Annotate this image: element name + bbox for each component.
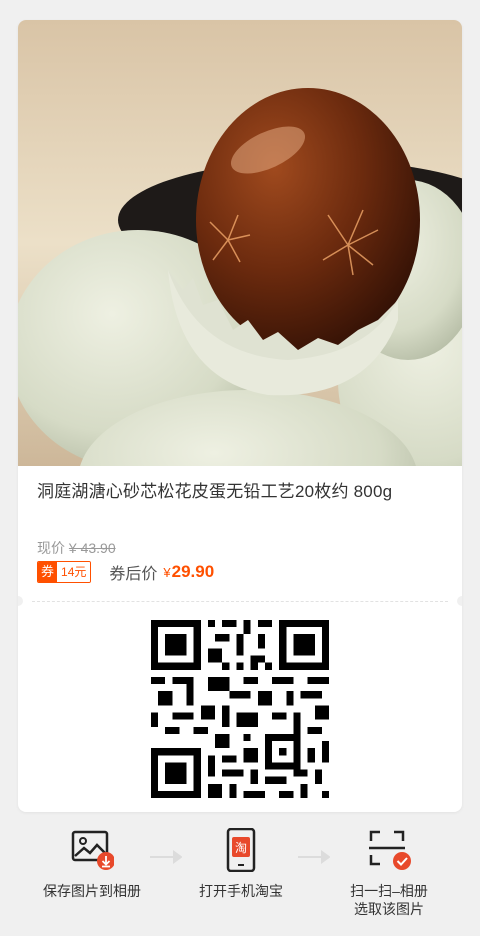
scan-album-label-line2: 选取该图片 [354, 901, 424, 917]
qr-code [151, 620, 329, 798]
taobao-phone-icon: 淘 [219, 827, 263, 873]
after-coupon-label: 券后价 [109, 566, 158, 583]
card-notch-left [18, 596, 23, 606]
save-image-button[interactable]: 保存图片到相册 [17, 828, 167, 900]
original-price-label: 现价 [37, 540, 65, 556]
currency-symbol: ¥ [163, 565, 171, 580]
taobao-badge: 淘 [235, 841, 247, 855]
open-taobao-label: 打开手机淘宝 [199, 883, 283, 899]
scan-check-icon [367, 828, 411, 872]
coupon-badge: 券 14元 [37, 561, 92, 583]
open-taobao-button[interactable]: 淘 打开手机淘宝 [166, 827, 316, 900]
original-price-value: ¥ 43.90 [68, 540, 116, 556]
scan-album-label-line1: 扫一扫–相册 [350, 883, 428, 899]
product-share-card: 洞庭湖溏心砂芯松花皮蛋无铅工艺20枚约 800g 现价 ¥ 43.90 券 14… [18, 20, 462, 812]
coupon-amount: 14元 [57, 562, 91, 582]
action-bar: 保存图片到相册 淘 打开手机淘宝 扫一扫–相册 选取该图片 [0, 812, 480, 936]
coupon-tag: 券 [38, 562, 58, 582]
coupon-row: 券 14元 券后价 ¥29.90 [37, 561, 214, 583]
dashed-divider [32, 601, 448, 602]
final-price-value: 29.90 [171, 562, 215, 581]
scan-album-label: 扫一扫–相册 选取该图片 [314, 882, 464, 918]
product-title: 洞庭湖溏心砂芯松花皮蛋无铅工艺20枚约 800g [37, 482, 393, 501]
product-photo [18, 20, 462, 466]
card-notch-right [457, 596, 462, 606]
final-price: ¥29.90 [163, 562, 214, 582]
save-image-label: 保存图片到相册 [43, 883, 141, 899]
image-download-icon [70, 828, 115, 872]
scan-album-button[interactable]: 扫一扫–相册 选取该图片 [314, 828, 464, 918]
original-price: 现价 ¥ 43.90 [37, 538, 116, 558]
